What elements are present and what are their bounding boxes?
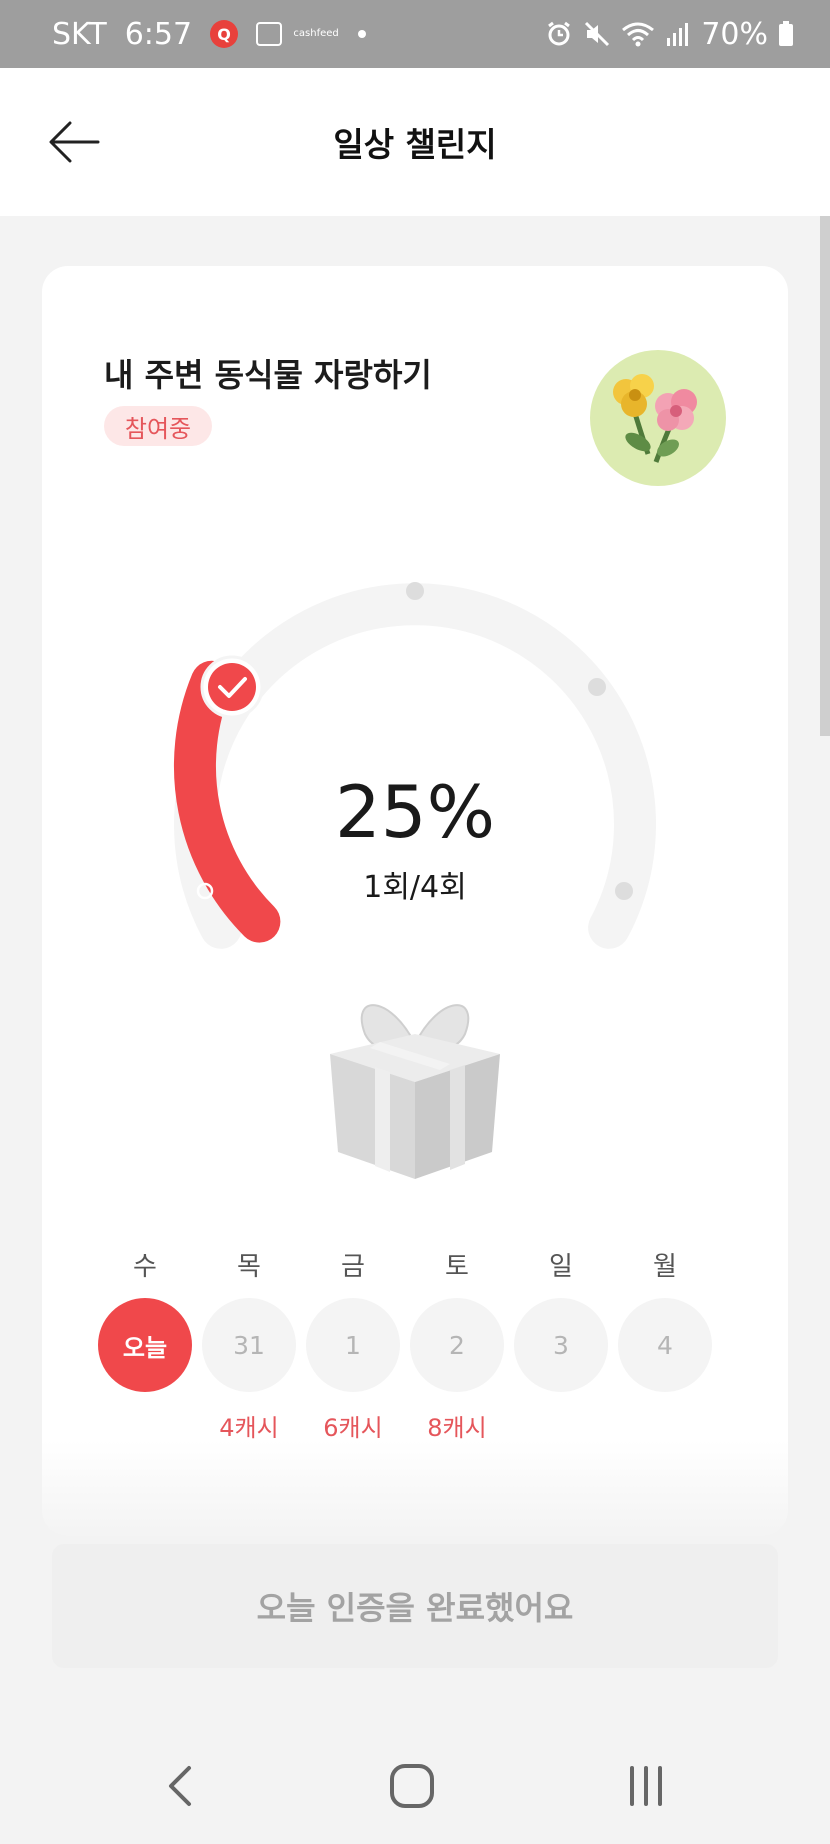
day-circle[interactable]: 2 bbox=[410, 1298, 504, 1392]
nav-home-icon bbox=[390, 1764, 434, 1808]
day-reward bbox=[98, 1408, 192, 1438]
progress-percent: 25% bbox=[334, 770, 496, 854]
nav-home-button[interactable] bbox=[382, 1756, 442, 1816]
mute-icon bbox=[585, 21, 610, 47]
clock-text: 6:57 bbox=[124, 16, 193, 52]
day-label: 월 bbox=[653, 1252, 677, 1282]
day-circle[interactable]: 3 bbox=[514, 1298, 608, 1392]
day-label: 일 bbox=[549, 1252, 573, 1282]
weekly-schedule: 수 오늘 목 31 4캐시 금 1 6캐시 토 2 8캐시 일 3 월 4 bbox=[98, 1246, 738, 1446]
day-reward: 4캐시 bbox=[219, 1414, 279, 1442]
day-item[interactable]: 월 4 bbox=[618, 1246, 712, 1438]
nav-recents-icon bbox=[630, 1766, 662, 1806]
cashfeed-line2: feed bbox=[316, 28, 339, 39]
nav-recents-button[interactable] bbox=[616, 1756, 676, 1816]
image-notification-icon bbox=[256, 22, 283, 46]
day-reward: 8캐시 bbox=[427, 1414, 487, 1442]
battery-icon bbox=[779, 21, 793, 46]
day-reward bbox=[618, 1408, 712, 1438]
carrier-text: SKT bbox=[52, 16, 107, 52]
day-item[interactable]: 수 오늘 bbox=[98, 1246, 192, 1438]
day-label: 금 bbox=[341, 1252, 365, 1282]
day-circle[interactable]: 1 bbox=[306, 1298, 400, 1392]
day-item[interactable]: 금 1 6캐시 bbox=[306, 1246, 400, 1442]
page-title: 일상 챌린지 bbox=[333, 125, 497, 164]
day-label: 목 bbox=[237, 1252, 261, 1282]
milestone-dot-3 bbox=[588, 678, 606, 696]
certify-button[interactable]: 오늘 인증을 완료했어요 bbox=[52, 1544, 778, 1668]
day-circle[interactable]: 4 bbox=[618, 1298, 712, 1392]
wifi-icon bbox=[622, 22, 655, 47]
milestone-dot-2 bbox=[406, 582, 424, 600]
more-notifications-dot bbox=[358, 30, 367, 38]
cashfeed-notification-icon: cash feed bbox=[293, 29, 338, 39]
day-reward bbox=[514, 1408, 608, 1438]
cashfeed-line1: cash bbox=[293, 28, 317, 39]
app-header: 일상 챌린지 bbox=[0, 68, 830, 216]
day-item[interactable]: 일 3 bbox=[514, 1246, 608, 1438]
scrollbar[interactable] bbox=[820, 216, 830, 736]
day-item[interactable]: 토 2 8캐시 bbox=[410, 1246, 504, 1442]
day-circle-today[interactable]: 오늘 bbox=[98, 1298, 192, 1392]
app-notification-icon: Q bbox=[210, 20, 239, 48]
bottom-fade bbox=[0, 1440, 830, 1540]
battery-percent: 70% bbox=[701, 16, 768, 52]
day-label: 수 bbox=[133, 1252, 157, 1282]
progress-count: 1회/4회 bbox=[363, 870, 467, 905]
progress-gauge bbox=[173, 582, 656, 949]
day-item[interactable]: 목 31 4캐시 bbox=[202, 1246, 296, 1442]
day-circle[interactable]: 31 bbox=[202, 1298, 296, 1392]
signal-icon bbox=[667, 23, 689, 46]
day-label: 토 bbox=[445, 1252, 469, 1282]
system-nav-bar bbox=[0, 1718, 830, 1844]
gift-icon bbox=[330, 1004, 500, 1179]
check-marker bbox=[200, 655, 264, 719]
alarm-icon bbox=[548, 21, 571, 46]
nav-back-button[interactable] bbox=[150, 1756, 210, 1816]
status-bar: SKT 6:57 Q cash feed 70% bbox=[0, 0, 830, 68]
nav-back-icon bbox=[169, 1766, 191, 1806]
day-reward: 6캐시 bbox=[323, 1414, 383, 1442]
challenge-card: 내 주변 동식물 자랑하기 참여중 25% 1회/4회 수 오늘 목 31 4캐… bbox=[42, 266, 788, 1536]
